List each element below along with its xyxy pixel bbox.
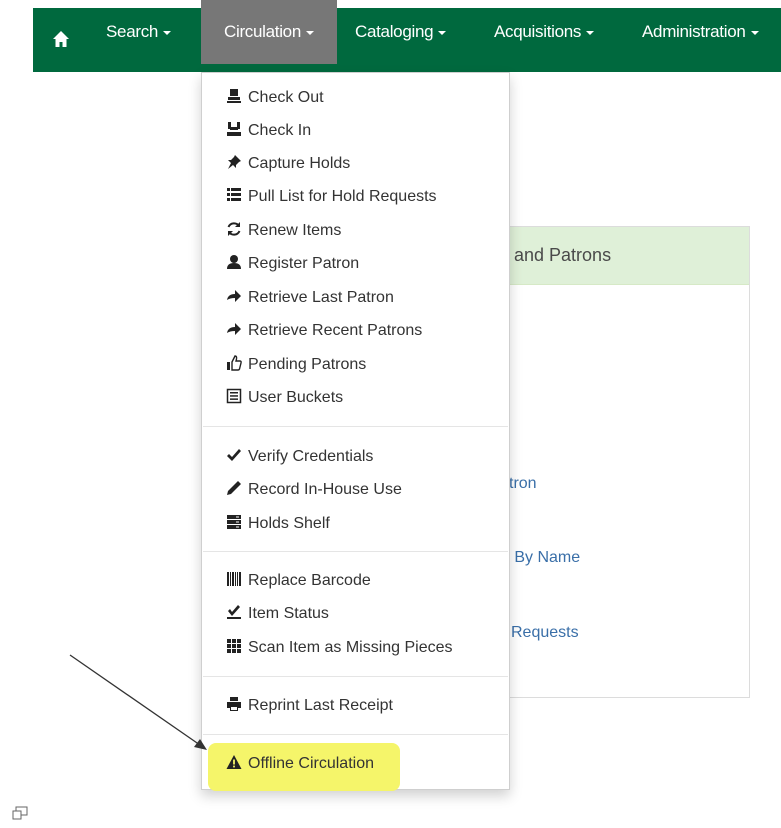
menu-item-retrieve-last-patron[interactable]: Retrieve Last Patron <box>226 286 394 310</box>
check-out-icon <box>227 89 241 103</box>
caret-down-icon <box>586 30 595 35</box>
menu-item-retrieve-recent-patrons[interactable]: Retrieve Recent Patrons <box>226 319 422 343</box>
menu-item-holds-shelf[interactable]: Holds Shelf <box>226 512 330 536</box>
menu-item-label: Scan Item as Missing Pieces <box>248 639 453 656</box>
nav-administration[interactable]: Administration <box>642 0 759 64</box>
nav-circulation[interactable]: Circulation <box>201 0 337 64</box>
arrow-right-icon <box>227 290 241 302</box>
menu-item-check-in[interactable]: Check In <box>226 119 311 143</box>
nav-search-label: Search <box>106 22 159 41</box>
menu-item-offline-circulation[interactable]: Offline Circulation <box>226 752 374 776</box>
warning-icon <box>226 755 242 769</box>
menu-item-label: Reprint Last Receipt <box>248 697 393 714</box>
menu-item-label: Retrieve Recent Patrons <box>248 322 423 339</box>
menu-item-label: Holds Shelf <box>248 515 330 532</box>
menu-item-renew-items[interactable]: Renew Items <box>226 219 341 243</box>
item-status-icon <box>227 605 241 619</box>
panel-link-requests[interactable]: Requests <box>511 624 579 642</box>
pushpin-icon <box>228 155 241 169</box>
thumbs-up-icon <box>227 355 242 371</box>
arrow-right-icon <box>227 323 241 335</box>
menu-item-label: Item Status <box>248 605 329 622</box>
menu-item-label: Replace Barcode <box>248 572 371 589</box>
menu-item-label: Capture Holds <box>248 155 351 172</box>
nav-acquisitions-label: Acquisitions <box>494 22 582 41</box>
panel-heading-text: and Patrons <box>514 245 612 265</box>
window-restore-icon <box>12 806 28 820</box>
circulation-dropdown-menu: Check Out Check In Capture Holds Pull Li… <box>201 72 510 791</box>
panel-link-by-name[interactable]: n By Name <box>501 549 580 567</box>
nav-administration-label: Administration <box>642 22 746 41</box>
menu-item-label: Record In-House Use <box>248 481 402 498</box>
menu-item-reprint-last-receipt[interactable]: Reprint Last Receipt <box>226 694 393 718</box>
user-icon <box>227 255 241 269</box>
caret-down-icon <box>438 30 447 35</box>
menu-item-pending-patrons[interactable]: Pending Patrons <box>226 353 366 377</box>
menu-item-label: Check In <box>248 122 312 139</box>
menu-item-record-in-house-use[interactable]: Record In-House Use <box>226 478 402 502</box>
menu-divider <box>203 676 508 677</box>
nav-cataloging-label: Cataloging <box>355 22 434 41</box>
bucket-list-icon <box>226 388 242 404</box>
menu-divider <box>203 426 508 427</box>
caret-down-icon <box>306 30 314 35</box>
menu-item-label: Pending Patrons <box>248 356 367 373</box>
home-icon[interactable] <box>52 30 70 48</box>
menu-item-label: Offline Circulation <box>248 755 374 772</box>
menu-item-scan-missing-pieces[interactable]: Scan Item as Missing Pieces <box>226 636 453 660</box>
panel-link-patron[interactable]: tron <box>509 475 537 493</box>
nav-acquisitions[interactable]: Acquisitions <box>494 0 595 64</box>
menu-item-label: Renew Items <box>248 222 342 239</box>
menu-item-capture-holds[interactable]: Capture Holds <box>226 152 350 176</box>
menu-item-label: User Buckets <box>248 389 344 406</box>
shelf-icon <box>227 515 241 529</box>
menu-item-pull-list[interactable]: Pull List for Hold Requests <box>226 185 437 209</box>
grid-icon <box>227 639 241 653</box>
menu-item-replace-barcode[interactable]: Replace Barcode <box>226 569 371 593</box>
print-icon <box>227 697 241 711</box>
menu-item-register-patron[interactable]: Register Patron <box>226 252 359 276</box>
caret-down-icon <box>750 30 759 35</box>
menu-item-label: Pull List for Hold Requests <box>248 188 437 205</box>
menu-item-item-status[interactable]: Item Status <box>226 602 329 626</box>
menu-item-check-out[interactable]: Check Out <box>226 86 324 110</box>
nav-circulation-label: Circulation <box>223 22 301 41</box>
menu-item-verify-credentials[interactable]: Verify Credentials <box>226 445 373 469</box>
list-icon <box>227 188 241 201</box>
menu-divider <box>203 551 508 552</box>
refresh-icon <box>227 222 241 236</box>
menu-item-label: Verify Credentials <box>248 448 374 465</box>
nav-search[interactable]: Search <box>92 0 196 64</box>
menu-item-user-buckets[interactable]: User Buckets <box>226 386 343 410</box>
check-in-icon <box>227 122 241 136</box>
barcode-icon <box>227 572 241 586</box>
menu-item-label: Retrieve Last Patron <box>248 289 394 306</box>
menu-item-label: Register Patron <box>248 255 360 272</box>
menu-divider <box>203 734 508 735</box>
pencil-icon <box>227 481 241 495</box>
menu-item-label: Check Out <box>248 89 324 106</box>
nav-cataloging[interactable]: Cataloging <box>355 0 447 64</box>
checkmark-icon <box>227 449 241 461</box>
caret-down-icon <box>163 30 172 35</box>
